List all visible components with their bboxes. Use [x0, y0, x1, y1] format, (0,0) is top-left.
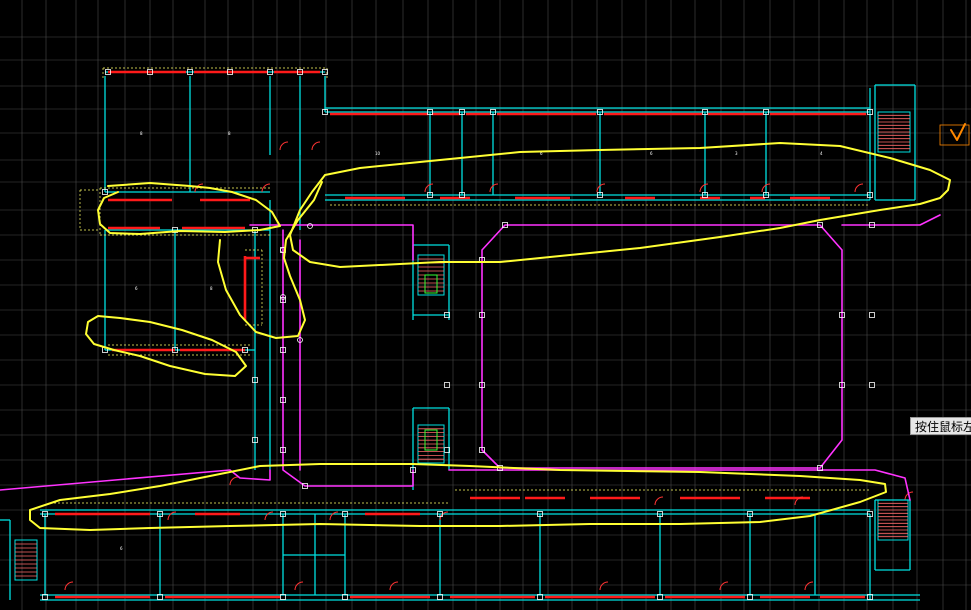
door-swing-arc	[599, 581, 609, 591]
door-swings-layer	[64, 141, 914, 591]
corridor-outline	[481, 224, 843, 469]
door-swing-arc	[279, 141, 289, 151]
door-swing-arc	[489, 183, 499, 193]
door-swing-arc	[294, 581, 304, 591]
door-swing-arc	[311, 141, 321, 151]
door-swing-arc	[854, 183, 864, 193]
room-tag: 10	[375, 151, 381, 156]
room-tag: 6	[120, 546, 123, 551]
room-tag: 6	[650, 151, 653, 156]
yellow-markup-loop	[29, 463, 887, 531]
door-swing-arc	[699, 183, 709, 193]
room-tag: 8	[228, 131, 231, 136]
door-swing-arc	[264, 511, 274, 521]
magenta-corridor-outline	[0, 214, 941, 501]
door-swing-arc	[424, 183, 434, 193]
room-tag: 4	[820, 151, 823, 156]
floor-plan-canvas[interactable]: 8 810 6 6 3 46 86	[0, 0, 971, 610]
room-tag: 8	[210, 286, 213, 291]
door-swing-arc	[804, 581, 814, 591]
door-swing-arc	[654, 496, 664, 506]
door-swing-arc	[439, 511, 449, 521]
checkmark-annotation	[950, 123, 966, 141]
corridor-outline	[249, 224, 414, 261]
door-swing-arc	[229, 476, 239, 486]
door-swing-arc	[389, 581, 399, 591]
room-tags-layer: 8 810 6 6 3 46 86	[120, 131, 823, 551]
door-swing-arc	[167, 511, 177, 521]
cad-drawing-viewport[interactable]: 8 8 10 6 6 3 4 6 8 6 按住鼠标左	[0, 0, 971, 610]
room-tag: 3	[735, 151, 738, 156]
room-tag: 8	[140, 131, 143, 136]
column-marker	[869, 312, 875, 318]
drafting-grid	[0, 0, 971, 610]
door-swing-arc	[329, 511, 339, 521]
yellow-markup-loop	[85, 315, 247, 377]
annotation-checkmark	[939, 123, 970, 146]
corridor-outline	[282, 229, 414, 487]
door-swing-arc	[596, 183, 606, 193]
cursor-tooltip: 按住鼠标左	[910, 417, 971, 435]
stair-landing-north	[424, 274, 438, 294]
walls-layer	[0, 71, 920, 601]
windows-layer	[55, 70, 866, 599]
room-tag: 6	[135, 286, 138, 291]
corridor-outline	[841, 214, 941, 226]
door-swing-arc	[64, 581, 74, 591]
